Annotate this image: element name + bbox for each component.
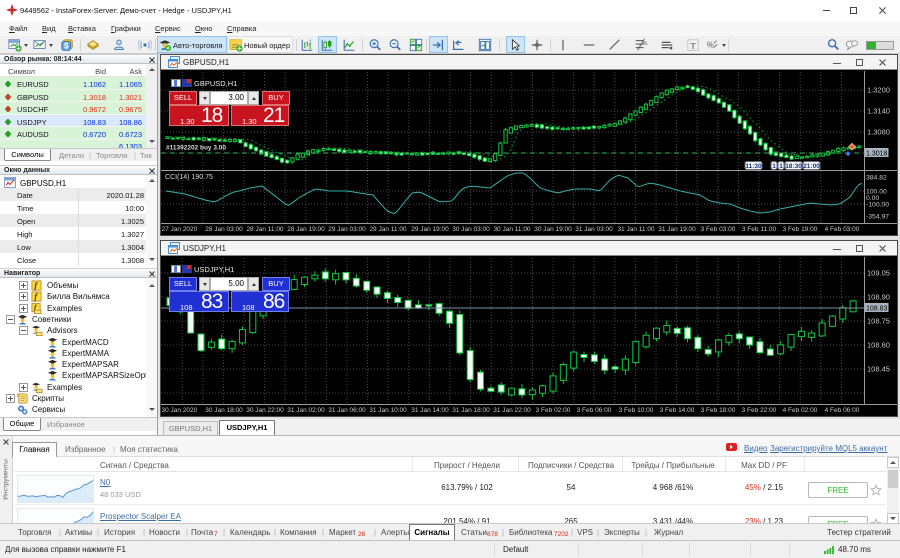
svg-text:31 Jan 02:00: 31 Jan 02:00: [287, 407, 325, 414]
svg-text:384.82: 384.82: [866, 175, 887, 182]
svg-text:$: $: [64, 42, 69, 51]
svg-text:T: T: [690, 41, 696, 51]
svg-text:3 Feb 06:00: 3 Feb 06:00: [577, 407, 612, 414]
svg-text:3 Feb 10:00: 3 Feb 10:00: [619, 407, 654, 414]
svg-text:3 Feb 11:00: 3 Feb 11:00: [742, 226, 777, 233]
svg-text:31 Jan 14:00: 31 Jan 14:00: [411, 407, 449, 414]
svg-text:1: 1: [772, 163, 776, 170]
svg-text:30 Jan 22:00: 30 Jan 22:00: [246, 407, 284, 414]
svg-text:3 Feb 03:00: 3 Feb 03:00: [701, 226, 736, 233]
svg-text:31 Jan 03:00: 31 Jan 03:00: [575, 226, 613, 233]
svg-text:4 Feb 03:00: 4 Feb 03:00: [825, 226, 860, 233]
svg-text:28 Jan 19:00: 28 Jan 19:00: [287, 226, 325, 233]
svg-text:1.3080: 1.3080: [867, 128, 890, 137]
svg-text:3 Feb 18:00: 3 Feb 18:00: [701, 407, 736, 414]
svg-text:11:30: 11:30: [745, 163, 762, 170]
svg-text:4 Feb 06:00: 4 Feb 06:00: [825, 407, 860, 414]
svg-text:31 Jan 22:00: 31 Jan 22:00: [493, 407, 531, 414]
svg-text:30 Jan 19:00: 30 Jan 19:00: [534, 226, 572, 233]
svg-text:28 Jan 11:00: 28 Jan 11:00: [246, 226, 283, 233]
svg-text:1.3018: 1.3018: [866, 151, 888, 158]
svg-text:31 Jan 10:00: 31 Jan 10:00: [369, 407, 407, 414]
svg-text:CCI(14) 190.75: CCI(14) 190.75: [165, 174, 213, 181]
svg-text:31 Jan 18:00: 31 Jan 18:00: [452, 407, 490, 414]
svg-text:30 Jan 18:00: 30 Jan 18:00: [205, 407, 243, 414]
svg-text:31 Jan 11:00: 31 Jan 11:00: [617, 226, 654, 233]
svg-text:1.3140: 1.3140: [867, 107, 890, 116]
svg-text:31 Jan 19:00: 31 Jan 19:00: [658, 226, 696, 233]
svg-text:3 Feb 22:00: 3 Feb 22:00: [742, 407, 777, 414]
svg-text:29 Jan 11:00: 29 Jan 11:00: [369, 226, 406, 233]
svg-text:30 Jan 03:00: 30 Jan 03:00: [452, 226, 490, 233]
svg-text:108.75: 108.75: [867, 317, 890, 326]
svg-text:-100.00: -100.00: [866, 202, 889, 209]
svg-text:3 Feb 19:00: 3 Feb 19:00: [783, 226, 818, 233]
svg-text:18:30: 18:30: [785, 163, 802, 170]
svg-text:108.90: 108.90: [867, 293, 890, 302]
svg-text:3 Feb 02:00: 3 Feb 02:00: [536, 407, 571, 414]
svg-text:4 Feb 02:00: 4 Feb 02:00: [783, 407, 818, 414]
svg-text:1.3200: 1.3200: [867, 86, 890, 95]
svg-text:108.83: 108.83: [866, 306, 888, 313]
svg-text:29 Jan 19:00: 29 Jan 19:00: [411, 226, 449, 233]
svg-text:21:00: 21:00: [803, 163, 820, 170]
svg-text:28 Jan 03:00: 28 Jan 03:00: [205, 226, 243, 233]
svg-text:108.60: 108.60: [867, 341, 890, 350]
svg-text:27 Jan 2020: 27 Jan 2020: [162, 226, 198, 233]
svg-text:3 Feb 14:00: 3 Feb 14:00: [660, 407, 695, 414]
svg-text:108.45: 108.45: [867, 365, 890, 374]
svg-text:1: 1: [309, 39, 312, 45]
svg-text:%: %: [643, 41, 648, 47]
svg-text:31 Jan 06:00: 31 Jan 06:00: [328, 407, 366, 414]
svg-text:30 Jan 11:00: 30 Jan 11:00: [493, 226, 530, 233]
svg-text:#11392202 buy 3.00: #11392202 buy 3.00: [166, 145, 226, 152]
svg-text:29 Jan 03:00: 29 Jan 03:00: [328, 226, 366, 233]
svg-text:30 Jan 2020: 30 Jan 2020: [162, 407, 198, 414]
svg-text:1: 1: [779, 163, 783, 170]
svg-text:%: %: [707, 41, 714, 50]
svg-text:109.05: 109.05: [867, 269, 890, 278]
svg-text:-354.97: -354.97: [866, 214, 889, 221]
